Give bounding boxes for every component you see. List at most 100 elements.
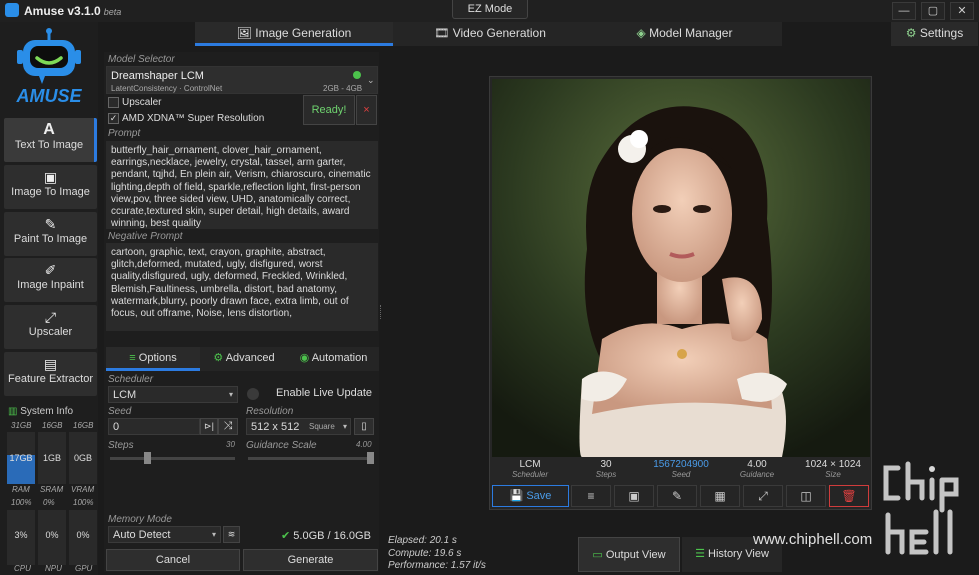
delete-icon[interactable]: 🗑 [829, 485, 869, 507]
steps-slider[interactable] [110, 452, 235, 464]
negative-prompt-input[interactable]: cartoon, graphic, text, crayon, graphite… [106, 243, 378, 331]
guidance-slider-thumb[interactable] [367, 452, 374, 464]
seed-reset-icon[interactable]: ⊳| [200, 418, 218, 435]
monitor-icon: ▭ [592, 549, 603, 561]
live-update-toggle[interactable] [247, 388, 259, 400]
resolution-label: Resolution [246, 406, 294, 417]
check-circle-icon: ✔ [281, 530, 291, 542]
generation-stats: Elapsed: 20.1 s Compute: 19.6 s Performa… [388, 535, 486, 573]
list-icon: ☰ [695, 548, 705, 560]
control-panel: Model Selector Dreamshaper LCM LatentCon… [104, 52, 379, 572]
ram-used: 17GB [9, 453, 33, 463]
save-button[interactable]: 💾 Save [492, 485, 569, 507]
app-icon [5, 3, 19, 17]
aspect-label: Square [309, 422, 335, 431]
sram-label: SRAM [40, 485, 64, 494]
result-size: 1024 × 1024 Size [805, 459, 861, 479]
layers-icon: ◈ [636, 26, 646, 40]
npu-value: 0% [45, 530, 59, 540]
output-view-button[interactable]: ▭ Output View [578, 537, 680, 572]
shuffle-icon[interactable]: ⤨ [218, 418, 238, 435]
panel-splitter[interactable] [380, 305, 382, 319]
sidebar-item-text-to-image[interactable]: A Text To Image [4, 118, 97, 162]
ez-mode-button[interactable]: EZ Mode [452, 0, 528, 19]
model-selector[interactable]: Dreamshaper LCM LatentConsistency · Cont… [106, 66, 378, 94]
npu-label: NPU [45, 564, 62, 573]
gpu-label: GPU [75, 564, 93, 573]
tab-image-generation[interactable]: 🖼 Image Generation [195, 22, 393, 46]
chevron-down-icon: ⌄ [367, 75, 375, 85]
model-size: 2GB - 4GB [323, 84, 363, 93]
image-icon[interactable]: ▣ [614, 485, 654, 507]
tab-model-manager[interactable]: ◈ Model Manager [587, 22, 782, 46]
tab-options[interactable]: ≡ Options [106, 347, 200, 371]
image-to-image-icon[interactable]: ◫ [786, 485, 826, 507]
steps-label: Steps [108, 440, 134, 451]
guidance-slider[interactable] [248, 452, 374, 464]
film-icon: 🎞 [434, 26, 450, 40]
close-icon[interactable]: × [356, 95, 377, 125]
text-icon: A [43, 121, 55, 138]
image-icon: ▣ [43, 169, 58, 185]
generated-image [492, 79, 870, 457]
sidebar-item-paint-to-image[interactable]: ✎ Paint To Image [4, 212, 97, 256]
amuse-logo: AMUSE [15, 26, 83, 110]
upscaler-checkbox[interactable] [108, 97, 119, 108]
tab-video-generation[interactable]: 🎞 Video Generation [393, 22, 587, 46]
scheduler-select[interactable]: LCM ▾ [108, 386, 238, 403]
robot-icon: ◉ [299, 352, 310, 364]
maximize-button[interactable]: ▢ [921, 2, 945, 20]
steps-slider-thumb[interactable] [144, 452, 151, 464]
main-tabs: 🖼 Image Generation 🎞 Video Generation ◈ … [195, 22, 782, 46]
sidebar-item-feature-extractor[interactable]: ▤ Feature Extractor [4, 352, 97, 396]
gears-icon: ⚙ [213, 352, 224, 364]
cancel-button[interactable]: Cancel [106, 549, 240, 571]
details-icon[interactable]: ≡ [571, 485, 611, 507]
lock-icon[interactable]: ▯ [354, 418, 374, 435]
result-seed: 1567204900 Seed [653, 459, 709, 479]
close-button[interactable]: ✕ [950, 2, 974, 20]
super-resolution-checkbox[interactable]: ✓ [108, 113, 119, 124]
sidebar-item-image-inpaint[interactable]: ✐ Image Inpaint [4, 258, 97, 302]
generate-button[interactable]: Generate [243, 549, 378, 571]
edit-icon[interactable]: ✎ [657, 485, 697, 507]
sidebar-item-upscaler[interactable]: ⤢ Upscaler [4, 305, 97, 349]
sliders-icon: ≡ [129, 352, 136, 364]
logo-text: AMUSE [16, 86, 82, 106]
cpu-value: 3% [14, 530, 28, 540]
seed-label: Seed [108, 406, 132, 417]
negative-prompt-label: Negative Prompt [108, 231, 183, 242]
ram-total: 31GB [11, 421, 32, 430]
seed-input[interactable]: 0 [108, 418, 200, 435]
ready-button[interactable]: Ready! [303, 95, 355, 125]
app-title: Amuse v3.1.0 beta [24, 4, 122, 18]
tab-advanced[interactable]: ⚙ Advanced [200, 347, 288, 371]
memory-mode-select[interactable]: Auto Detect ▾ [108, 526, 221, 543]
settings-button[interactable]: ⚙ Settings [891, 22, 978, 46]
edit-icon: ✐ [44, 262, 57, 278]
output-image-frame: LCM Scheduler 30 Steps 1567204900 Seed 4.00… [489, 76, 872, 510]
chevron-down-icon: ▾ [228, 390, 233, 399]
film-icon[interactable]: ▦ [700, 485, 740, 507]
model-type: LatentConsistency · ControlNet [111, 84, 223, 93]
gear-icon: ⚙ [905, 26, 917, 40]
minimize-button[interactable]: — [892, 2, 916, 20]
vram-label: VRAM [71, 485, 95, 494]
model-name: Dreamshaper LCM [111, 70, 204, 82]
chiphell-watermark [880, 460, 975, 560]
system-info: ▥ System Info 31GB 16GB 16GB 17GB 1GB 0G… [4, 402, 97, 574]
memory-settings-icon[interactable]: ≋ [223, 526, 240, 543]
save-icon: 💾 [509, 490, 524, 502]
tab-automation[interactable]: ◉ Automation [288, 347, 379, 371]
result-guidance: 4.00 Guidance [739, 459, 775, 479]
sidebar-item-image-to-image[interactable]: ▣ Image To Image [4, 165, 97, 209]
upscale-icon[interactable]: ⤢ [743, 485, 783, 507]
elapsed-time: Elapsed: 20.1 s [388, 535, 457, 546]
memory-mode-label: Memory Mode [108, 514, 172, 525]
resolution-select[interactable]: 512 x 512 Square ▾ [246, 418, 351, 435]
expand-icon: ⤢ [44, 309, 57, 325]
vram-total: 16GB [73, 421, 94, 430]
prompt-input[interactable]: butterfly_hair_ornament, clover_hair_orn… [106, 141, 378, 229]
ram-label: RAM [12, 485, 30, 494]
ram-pct: 100% [11, 498, 32, 507]
